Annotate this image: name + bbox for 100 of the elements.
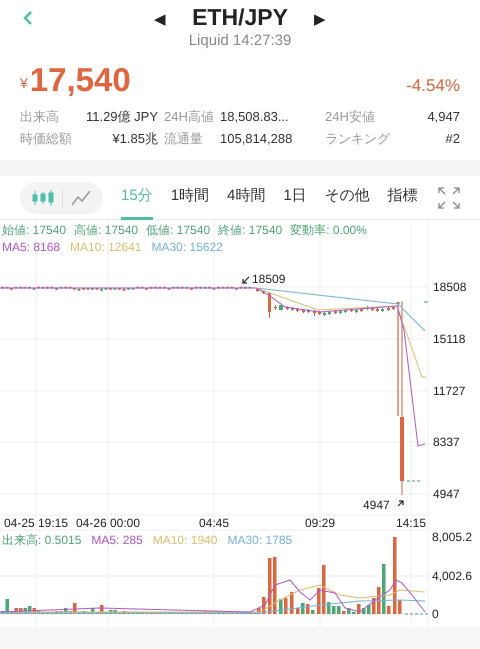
candlestick xyxy=(132,287,134,290)
candlestick xyxy=(344,308,347,314)
candlestick xyxy=(73,287,76,290)
volume-bar xyxy=(377,587,380,614)
candlestick xyxy=(355,308,358,314)
stat-label: 24H安値 xyxy=(325,108,376,126)
candlestick xyxy=(118,287,121,290)
moving-average-value: MA5: 8168 xyxy=(2,239,60,255)
volume-bar xyxy=(284,598,288,614)
volume-legend-value: MA5: 285 xyxy=(91,532,143,548)
interval-tab[interactable]: 1時間 xyxy=(170,176,210,220)
candlestick xyxy=(100,288,103,292)
volume-bar xyxy=(367,605,370,614)
candlestick xyxy=(313,310,316,316)
candlestick xyxy=(302,308,305,314)
candlestick xyxy=(96,287,98,290)
volume-legend-value: 出来高: 0.5015 xyxy=(2,532,82,548)
moving-average-value: MA30: 15622 xyxy=(151,239,223,255)
interval-tab[interactable]: 1日 xyxy=(283,176,307,220)
volume-bar xyxy=(347,608,350,614)
candlestick xyxy=(235,287,238,290)
volume-axis-label: 0 xyxy=(432,607,439,621)
volume-bar xyxy=(322,565,326,614)
candlestick xyxy=(168,287,170,290)
time-axis-label: 04-25 19:15 xyxy=(4,516,68,530)
volume-bar xyxy=(327,602,330,614)
volume-bar xyxy=(372,598,376,614)
currency-symbol: ¥ xyxy=(20,74,28,93)
candlestick xyxy=(307,308,310,314)
candlestick xyxy=(371,306,374,312)
back-icon[interactable] xyxy=(22,10,34,26)
candlestick xyxy=(127,287,130,290)
exchange-time: Liquid 14:27:39 xyxy=(188,32,292,50)
stat-value: 11.29億 JPY xyxy=(84,108,158,126)
volume-bar xyxy=(262,597,266,614)
line-chart-icon[interactable] xyxy=(71,190,91,206)
candlestick xyxy=(323,312,326,316)
candlestick xyxy=(122,288,126,292)
candlestick xyxy=(256,288,259,292)
candlestick xyxy=(104,287,108,290)
interval-tab[interactable]: 指標 xyxy=(388,176,418,220)
stat-value: ¥1.85兆 xyxy=(111,130,158,148)
stat-value: 4,947 xyxy=(426,108,460,126)
time-axis-label: 14:15 xyxy=(396,516,426,530)
moving-average-value: MA10: 12641 xyxy=(70,239,142,255)
candlestick xyxy=(286,306,289,310)
volume-bar xyxy=(301,603,304,614)
ohlc-value: 終値: 17540 xyxy=(218,222,282,238)
candlestick xyxy=(381,308,384,312)
candlestick xyxy=(274,304,277,310)
candlestick xyxy=(82,287,85,290)
candlestick xyxy=(32,287,36,290)
candlestick xyxy=(366,306,369,310)
time-axis-label: 04:45 xyxy=(198,516,230,530)
candlestick xyxy=(350,308,353,312)
stat-label: 時価総額 xyxy=(20,130,73,148)
candlestick xyxy=(291,306,294,312)
price-axis-label: 11727 xyxy=(433,384,466,398)
ohlc-value: 変動率: 0.00% xyxy=(290,222,367,238)
candlestick xyxy=(262,290,265,294)
candlestick xyxy=(10,287,13,290)
candlestick xyxy=(78,288,80,292)
volume-axis-label: 8,005.2 xyxy=(432,530,472,544)
candlestick xyxy=(212,287,216,290)
candlestick xyxy=(387,306,390,312)
volume-bar xyxy=(357,604,360,614)
current-price-line xyxy=(406,480,422,482)
volume-bar xyxy=(296,608,300,614)
ohlc-value: 始値: 17540 xyxy=(2,222,66,238)
volume-bar xyxy=(290,592,294,614)
next-pair-button[interactable]: ▶ xyxy=(314,8,326,32)
previous-pair-button[interactable]: ◀ xyxy=(154,8,166,32)
time-axis-label: 09:29 xyxy=(304,516,336,530)
stat-value: 105,814,288 xyxy=(220,130,294,148)
candlestick xyxy=(190,287,193,290)
volume-bar xyxy=(311,610,314,614)
candlestick xyxy=(296,308,299,312)
candlestick xyxy=(392,306,395,310)
volume-legend-value: MA10: 1940 xyxy=(152,532,218,548)
candlestick xyxy=(334,310,337,314)
volume-bar xyxy=(337,606,340,614)
volume-bar xyxy=(306,604,310,614)
stat-label: 出来高 xyxy=(20,108,60,126)
ohlc-value: 高値: 17540 xyxy=(74,222,138,238)
volume-bar xyxy=(317,588,320,614)
current-price: 17,540 xyxy=(30,60,131,100)
price-axis-label: 8337 xyxy=(433,435,460,449)
candlestick-icon[interactable] xyxy=(32,188,54,206)
price-change: -4.54% xyxy=(406,74,460,96)
candlestick xyxy=(360,308,363,312)
candlestick xyxy=(318,310,321,316)
candlestick xyxy=(268,292,271,318)
interval-tab[interactable]: 4時間 xyxy=(227,176,266,220)
stat-value: #2 xyxy=(444,130,460,148)
interval-tab[interactable]: その他 xyxy=(324,176,370,220)
candlestick xyxy=(55,287,58,290)
pair-title: ETH/JPY xyxy=(192,3,288,32)
fullscreen-icon[interactable] xyxy=(438,186,460,208)
price-axis-label: 18508 xyxy=(433,280,466,294)
time-axis-label: 04-26 00:00 xyxy=(76,516,140,530)
